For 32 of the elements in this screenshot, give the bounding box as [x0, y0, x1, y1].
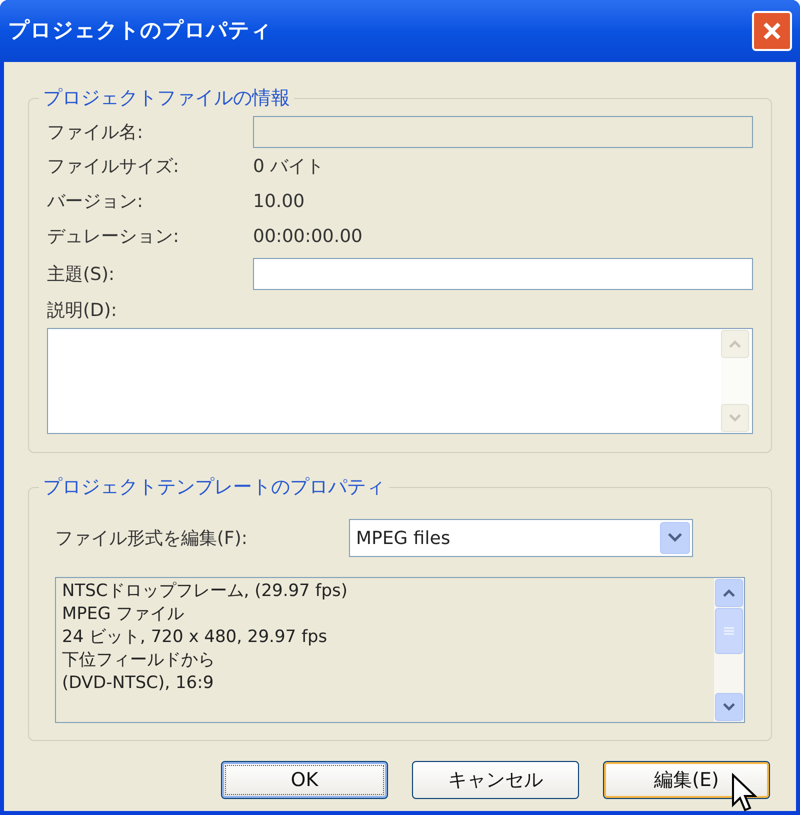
details-line: 24 ビット, 720 x 480, 29.97 fps	[62, 626, 328, 649]
chevron-up-icon	[728, 339, 742, 349]
field-value: 00:00:00.00	[253, 225, 362, 249]
close-button[interactable]	[752, 11, 792, 51]
field-label: バージョン:	[47, 190, 144, 214]
scroll-up-button[interactable]	[715, 579, 743, 607]
details-line: MPEG ファイル	[62, 603, 186, 626]
chevron-down-icon	[722, 702, 736, 712]
field-value: 0 バイト	[253, 155, 324, 179]
window-title: プロジェクトのプロパティ	[8, 17, 272, 44]
field-value: 10.00	[253, 190, 305, 214]
field-label: 主題(S):	[47, 262, 116, 286]
scroll-thumb[interactable]	[715, 608, 743, 654]
details-line: 下位フィールドから	[62, 649, 216, 672]
dialog-button[interactable]: 編集(E)	[603, 761, 770, 799]
dialog-button[interactable]: OK	[221, 761, 388, 799]
chevron-down-icon	[728, 413, 742, 423]
field-label: ファイル名:	[47, 120, 144, 144]
field-label: デュレーション:	[47, 225, 180, 249]
grip-icon	[724, 627, 734, 635]
close-icon	[762, 21, 782, 41]
chevron-up-icon	[722, 588, 736, 598]
field-label: ファイルサイズ:	[47, 155, 180, 179]
details-line: (DVD-NTSC), 16:9	[62, 672, 215, 695]
dialog-button[interactable]: キャンセル	[412, 761, 579, 799]
subject-field[interactable]	[253, 258, 753, 290]
cursor-icon	[731, 773, 757, 813]
field-label: ファイル形式を編集(F):	[55, 526, 248, 550]
details-line: NTSCドロップフレーム, (29.97 fps)	[62, 580, 349, 603]
field-label: 説明(D):	[47, 298, 117, 322]
format-dropdown[interactable]: MPEG files	[349, 519, 693, 557]
scroll-down-button[interactable]	[715, 693, 743, 721]
